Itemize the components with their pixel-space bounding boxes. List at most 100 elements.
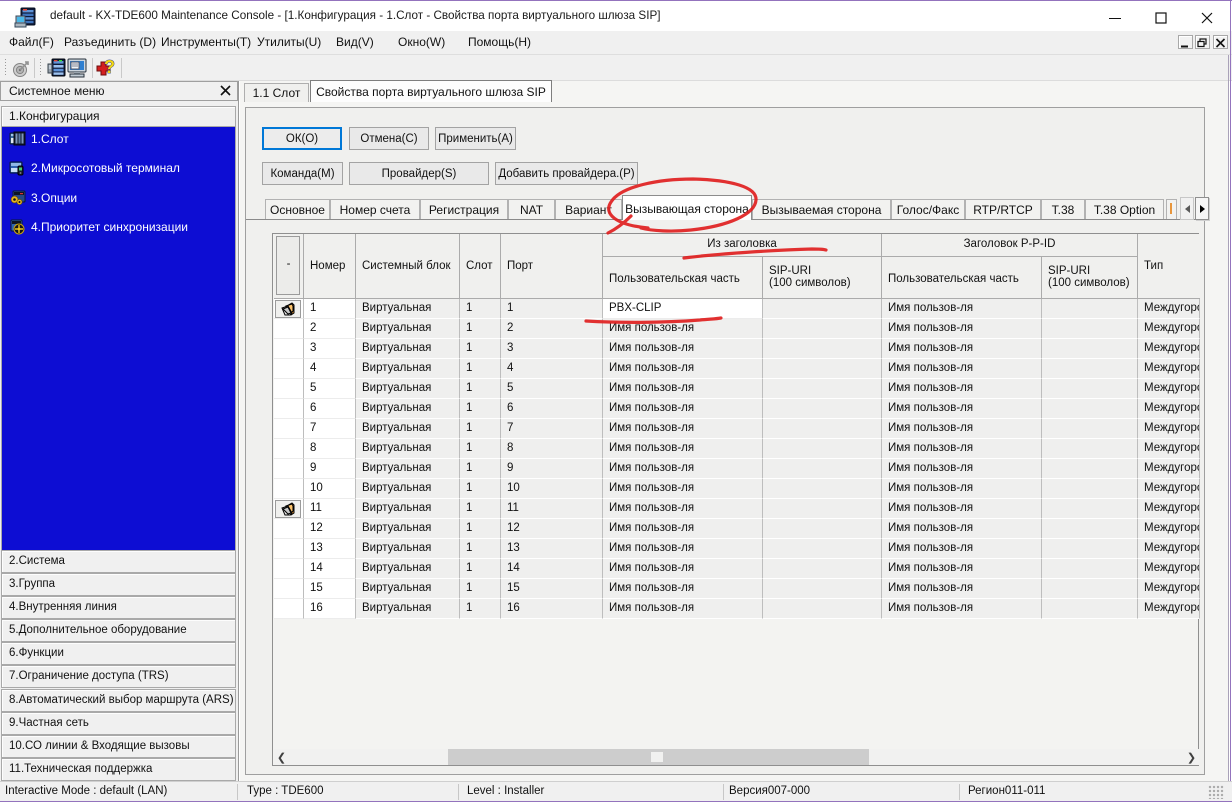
sidebar-item-2[interactable]: 2.Микросотовый терминал: [9, 160, 229, 178]
cell-num[interactable]: 6: [304, 399, 356, 419]
add-provider-button[interactable]: Добавить провайдера.(P): [495, 162, 638, 185]
cell-type[interactable]: Междугоро,: [1138, 459, 1200, 479]
scroll-left-arrow-icon[interactable]: ❮: [274, 749, 289, 765]
cell-slot[interactable]: 1: [460, 439, 501, 459]
cell-user_part[interactable]: Имя пользов-ля: [603, 559, 763, 579]
tab-t38[interactable]: T.38: [1041, 199, 1085, 219]
ok-button[interactable]: ОК(O): [262, 127, 342, 150]
cell-type[interactable]: Междугоро,: [1138, 399, 1200, 419]
cell-ppid_sip[interactable]: [1042, 299, 1138, 319]
cell-block[interactable]: Виртуальная: [356, 419, 460, 439]
cell-sip_uri[interactable]: [763, 319, 882, 339]
cell-ppid_user[interactable]: Имя пользов-ля: [882, 319, 1042, 339]
tab-registratsiya[interactable]: Регистрация: [420, 199, 508, 219]
sidebar-section-1[interactable]: 1.Конфигурация: [1, 106, 236, 127]
cell-block[interactable]: Виртуальная: [356, 479, 460, 499]
sidebar-splitter[interactable]: [238, 81, 239, 781]
tab-partial[interactable]: [1166, 199, 1177, 219]
cell-num[interactable]: 11: [304, 499, 356, 519]
cell-block[interactable]: Виртуальная: [356, 399, 460, 419]
menu-item[interactable]: Помощь(Н): [468, 35, 531, 49]
menu-item[interactable]: Инструменты(Т): [161, 35, 251, 49]
row-marker-cell[interactable]: [274, 439, 304, 459]
cell-port[interactable]: 15: [501, 579, 603, 599]
column-header-sip-uri[interactable]: SIP-URI (100 символов): [763, 257, 882, 299]
tab-scroll-left-button[interactable]: [1180, 197, 1194, 220]
row-marker-cell[interactable]: [274, 299, 304, 319]
cell-ppid_user[interactable]: Имя пользов-ля: [882, 299, 1042, 319]
menu-item[interactable]: Окно(W): [398, 35, 445, 49]
mdi-minimize-button[interactable]: [1178, 35, 1193, 49]
column-header-type[interactable]: Тип: [1138, 234, 1200, 299]
cell-slot[interactable]: 1: [460, 299, 501, 319]
cell-type[interactable]: Междугоро,: [1138, 539, 1200, 559]
cell-slot[interactable]: 1: [460, 519, 501, 539]
row-marker-cell[interactable]: [274, 479, 304, 499]
cell-type[interactable]: Междугоро,: [1138, 499, 1200, 519]
cell-ppid_user[interactable]: Имя пользов-ля: [882, 379, 1042, 399]
tab-rtp-rtcp[interactable]: RTP/RTCP: [965, 199, 1041, 219]
sidebar-item-1[interactable]: 1.Слот: [9, 131, 229, 149]
column-header-sip-uri[interactable]: SIP-URI (100 символов): [1042, 257, 1138, 299]
doc-tab-slot[interactable]: 1.1 Слот: [244, 83, 309, 102]
mdi-close-button[interactable]: [1213, 35, 1228, 49]
sidebar-section-6[interactable]: 6.Функции: [1, 642, 236, 665]
cell-ppid_sip[interactable]: [1042, 459, 1138, 479]
cell-ppid_sip[interactable]: [1042, 519, 1138, 539]
row-marker-cell[interactable]: [274, 539, 304, 559]
cell-num[interactable]: 16: [304, 599, 356, 619]
cell-port[interactable]: 5: [501, 379, 603, 399]
cell-ppid_user[interactable]: Имя пользов-ля: [882, 419, 1042, 439]
row-marker-cell[interactable]: [274, 339, 304, 359]
cell-sip_uri[interactable]: [763, 379, 882, 399]
cell-ppid_user[interactable]: Имя пользов-ля: [882, 439, 1042, 459]
cell-type[interactable]: Междугоро,: [1138, 439, 1200, 459]
cell-port[interactable]: 10: [501, 479, 603, 499]
cell-num[interactable]: 3: [304, 339, 356, 359]
pc-monitor-icon[interactable]: [66, 58, 88, 83]
cell-block[interactable]: Виртуальная: [356, 359, 460, 379]
cell-type[interactable]: Междугоро,: [1138, 579, 1200, 599]
cell-ppid_sip[interactable]: [1042, 379, 1138, 399]
cell-block[interactable]: Виртуальная: [356, 499, 460, 519]
tab-vyzyvayushchaya-storona[interactable]: Вызывающая сторона: [622, 195, 752, 220]
cell-user_part[interactable]: Имя пользов-ля: [603, 339, 763, 359]
cell-num[interactable]: 4: [304, 359, 356, 379]
cell-block[interactable]: Виртуальная: [356, 319, 460, 339]
cell-port[interactable]: 16: [501, 599, 603, 619]
row-marker-cell[interactable]: [274, 499, 304, 519]
cell-port[interactable]: 1: [501, 299, 603, 319]
cell-port[interactable]: 3: [501, 339, 603, 359]
cell-port[interactable]: 13: [501, 539, 603, 559]
cell-slot[interactable]: 1: [460, 379, 501, 399]
resize-grip[interactable]: [1208, 785, 1224, 799]
cell-ppid_user[interactable]: Имя пользов-ля: [882, 579, 1042, 599]
cell-type[interactable]: Междугоро,: [1138, 379, 1200, 399]
cell-slot[interactable]: 1: [460, 419, 501, 439]
row-marker-cell[interactable]: [274, 319, 304, 339]
cell-port[interactable]: 9: [501, 459, 603, 479]
cell-num[interactable]: 2: [304, 319, 356, 339]
cell-block[interactable]: Виртуальная: [356, 519, 460, 539]
target-icon[interactable]: [12, 60, 31, 83]
cell-slot[interactable]: 1: [460, 599, 501, 619]
cell-ppid_sip[interactable]: [1042, 479, 1138, 499]
cell-num[interactable]: 9: [304, 459, 356, 479]
cell-ppid_sip[interactable]: [1042, 499, 1138, 519]
cell-sip_uri[interactable]: [763, 479, 882, 499]
cell-sip_uri[interactable]: [763, 459, 882, 479]
cell-ppid_user[interactable]: Имя пользов-ля: [882, 499, 1042, 519]
cell-ppid_user[interactable]: Имя пользов-ля: [882, 519, 1042, 539]
cell-user_part[interactable]: Имя пользов-ля: [603, 319, 763, 339]
cell-user_part[interactable]: PBX-CLIP: [603, 299, 763, 319]
cell-slot[interactable]: 1: [460, 359, 501, 379]
cell-block[interactable]: Виртуальная: [356, 579, 460, 599]
tab-t38-option[interactable]: T.38 Option: [1085, 199, 1164, 219]
cell-slot[interactable]: 1: [460, 579, 501, 599]
cell-block[interactable]: Виртуальная: [356, 299, 460, 319]
tab-osnovnoe[interactable]: Основное: [265, 199, 330, 219]
cell-user_part[interactable]: Имя пользов-ля: [603, 599, 763, 619]
help-icon[interactable]: ?: [96, 57, 117, 84]
tab-variant[interactable]: Вариант: [555, 199, 622, 219]
cell-block[interactable]: Виртуальная: [356, 379, 460, 399]
